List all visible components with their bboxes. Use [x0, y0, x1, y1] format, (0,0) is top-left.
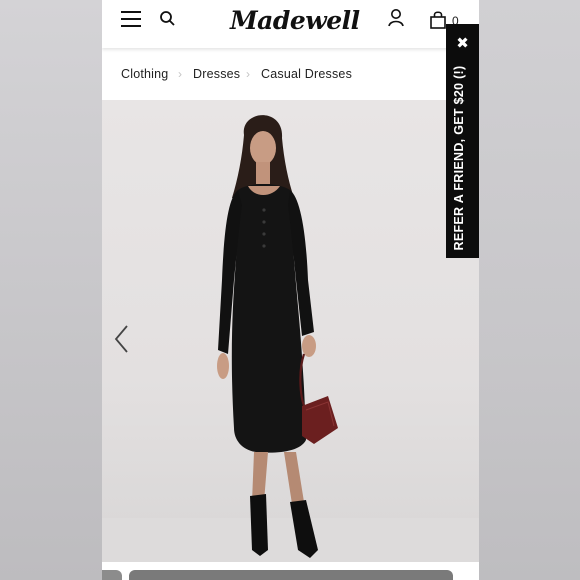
close-icon[interactable]: ✖ — [446, 34, 479, 52]
bottom-bar — [102, 562, 479, 580]
bottom-pill-main[interactable] — [129, 570, 453, 580]
chevron-right-icon: › — [178, 67, 183, 81]
madewell-logo[interactable]: Madewell — [230, 4, 360, 38]
mobile-page: Madewell 0 Clothing › Dresses › Casual D… — [102, 0, 479, 580]
search-icon[interactable] — [159, 10, 177, 28]
background-right — [479, 0, 580, 580]
shopping-bag-icon[interactable] — [429, 10, 447, 30]
account-icon[interactable] — [387, 8, 405, 28]
site-header: Madewell 0 — [102, 0, 479, 48]
product-image[interactable] — [102, 100, 479, 562]
breadcrumb: Clothing › Dresses › Casual Dresses — [102, 52, 479, 96]
bottom-pill-small[interactable] — [102, 570, 122, 580]
background-left — [0, 0, 102, 580]
hamburger-menu-icon[interactable] — [121, 10, 143, 28]
breadcrumb-item-casual-dresses[interactable]: Casual Dresses — [261, 67, 352, 81]
refer-a-friend-tab[interactable]: ✖ REFER A FRIEND, GET $20 (!) — [446, 24, 479, 258]
chevron-left-icon[interactable] — [112, 322, 132, 356]
chevron-right-icon: › — [246, 67, 251, 81]
refer-a-friend-label: REFER A FRIEND, GET $20 (!) — [452, 65, 466, 251]
breadcrumb-item-dresses[interactable]: Dresses — [193, 67, 240, 81]
model-figure — [217, 115, 338, 558]
breadcrumb-item-clothing[interactable]: Clothing — [121, 67, 168, 81]
